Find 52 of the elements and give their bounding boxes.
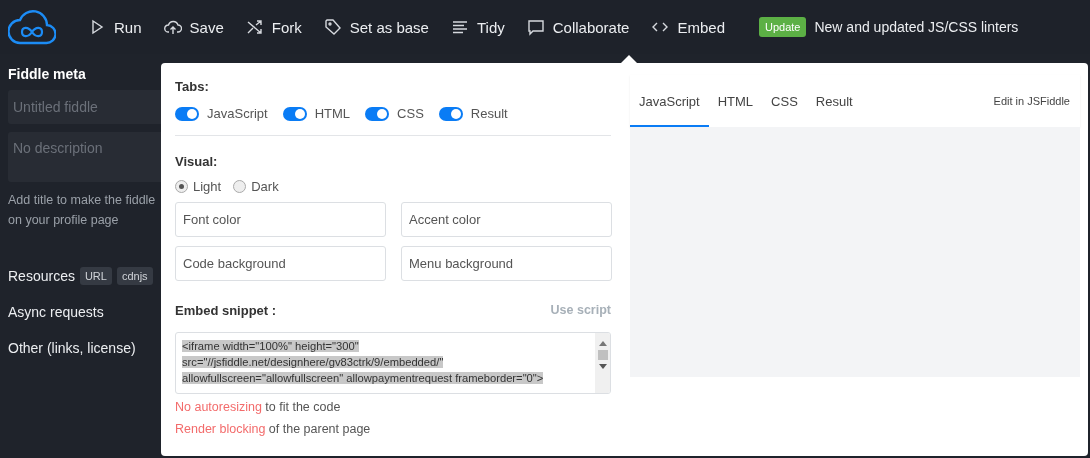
radio-label: Light [193, 179, 222, 194]
toggle-label: JavaScript [207, 106, 268, 121]
radio-label: Dark [251, 179, 279, 194]
sidebar-section[interactable]: Resources [8, 268, 75, 284]
hint-text: Add title to make the fiddle [8, 192, 156, 209]
scrollbar[interactable] [595, 333, 610, 393]
resource-tag[interactable]: URL [79, 267, 112, 285]
sidebar-section[interactable]: Async requests [8, 304, 104, 320]
edit-link[interactable]: Edit in JSFiddle [993, 95, 1070, 107]
radio-button[interactable] [175, 180, 188, 193]
toggle-label: Result [470, 106, 508, 121]
tag-icon [323, 18, 342, 36]
scroll-up-icon[interactable] [597, 339, 608, 347]
toggle-switch[interactable] [282, 106, 307, 121]
toolbar-button[interactable]: Collaborate [516, 12, 640, 42]
radio-button[interactable] [233, 180, 247, 193]
toggle-switch[interactable] [175, 106, 199, 121]
lines-icon [450, 18, 469, 36]
toggle-switch[interactable] [365, 106, 390, 121]
color-field[interactable]: Accent color [401, 202, 612, 237]
cloud-logo-icon[interactable] [8, 8, 56, 46]
resource-tag[interactable]: cdnjs [116, 267, 153, 285]
toolbar-button[interactable]: Tidy [440, 12, 515, 42]
toolbar-button[interactable]: Run [78, 12, 152, 42]
toolbar-button[interactable]: Embed [641, 12, 735, 42]
color-field[interactable]: Code background [175, 246, 386, 281]
update-message[interactable]: New and updated JS/CSS linters [814, 19, 1019, 35]
toggle-switch[interactable] [438, 106, 463, 121]
scroll-down-icon[interactable] [597, 363, 608, 371]
sidebar-title: Fiddle meta [8, 66, 87, 82]
option-text: Render blocking of the parent page [175, 421, 372, 438]
preview-tab[interactable]: CSS [762, 77, 807, 128]
toggle-label: HTML [314, 106, 351, 121]
speech-bubble-icon [526, 18, 545, 36]
toolbar-button[interactable]: Fork [235, 12, 312, 42]
toolbar-button[interactable]: Save [153, 12, 234, 42]
scroll-thumb[interactable] [597, 350, 608, 360]
option-text: No autoresizing to fit the code [175, 399, 342, 416]
color-field[interactable]: Font color [175, 202, 386, 237]
update-badge: Update [759, 17, 807, 37]
sidebar-section[interactable]: Other (links, license) [8, 340, 136, 356]
preview-tab[interactable]: HTML [708, 77, 763, 128]
section-heading: Embed snippet : [175, 303, 277, 318]
color-field[interactable]: Menu background [401, 246, 612, 281]
toolbar-button[interactable]: Set as base [313, 12, 439, 42]
snippet-box[interactable]: <iframe width="100%" height="300" src="//jsfiddle.net/designhere/gv83ctrk/9/embedded/" allowfullscreen="allowfullscreen" allowpaymentrequest frameborder="0"> [175, 332, 611, 394]
hint-text: on your profile page [8, 212, 119, 229]
upload-cloud-icon [163, 18, 182, 36]
section-heading: Visual: [175, 154, 219, 169]
toggle-label: CSS [397, 106, 424, 121]
preview-tab[interactable]: Result [806, 77, 862, 128]
shuffle-icon [245, 18, 264, 36]
